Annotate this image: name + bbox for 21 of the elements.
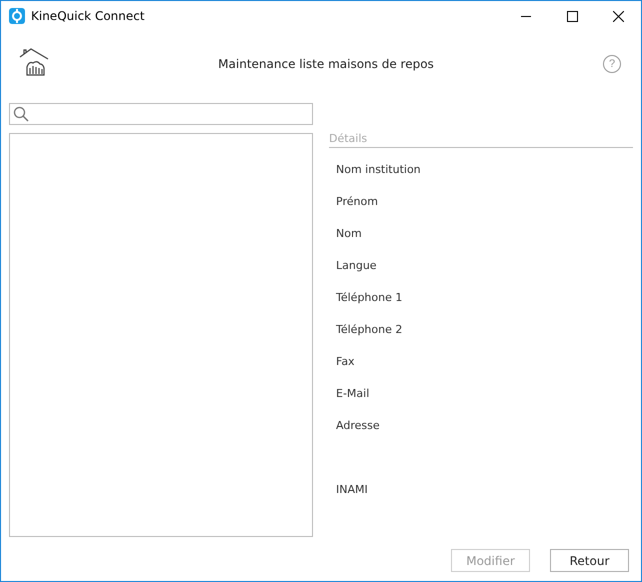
app-logo-icon [9,8,25,24]
search-icon [13,106,29,122]
action-button[interactable]: Retour [550,549,629,572]
institution-list[interactable] [9,133,313,537]
field-label: Téléphone 1 [336,291,402,304]
field-label: E-Mail [336,387,370,400]
maximize-icon [566,10,578,22]
page-title: Maintenance liste maisons de repos [217,57,435,71]
field-label: Langue [336,259,377,272]
field-label: Adresse [336,419,380,432]
close-icon [612,10,624,22]
section-title: Détails [329,132,368,147]
field-label: Prénom [336,195,378,208]
field-label: Fax [336,355,355,368]
search-field[interactable] [9,103,313,125]
field-label: INAMI [336,483,368,496]
help-button[interactable]: ? [603,55,621,73]
window-title: KineQuick Connect [31,9,146,23]
field-label: Nom [336,227,362,240]
field-label: Téléphone 2 [336,323,402,336]
field-label: Nom institution [336,163,421,176]
